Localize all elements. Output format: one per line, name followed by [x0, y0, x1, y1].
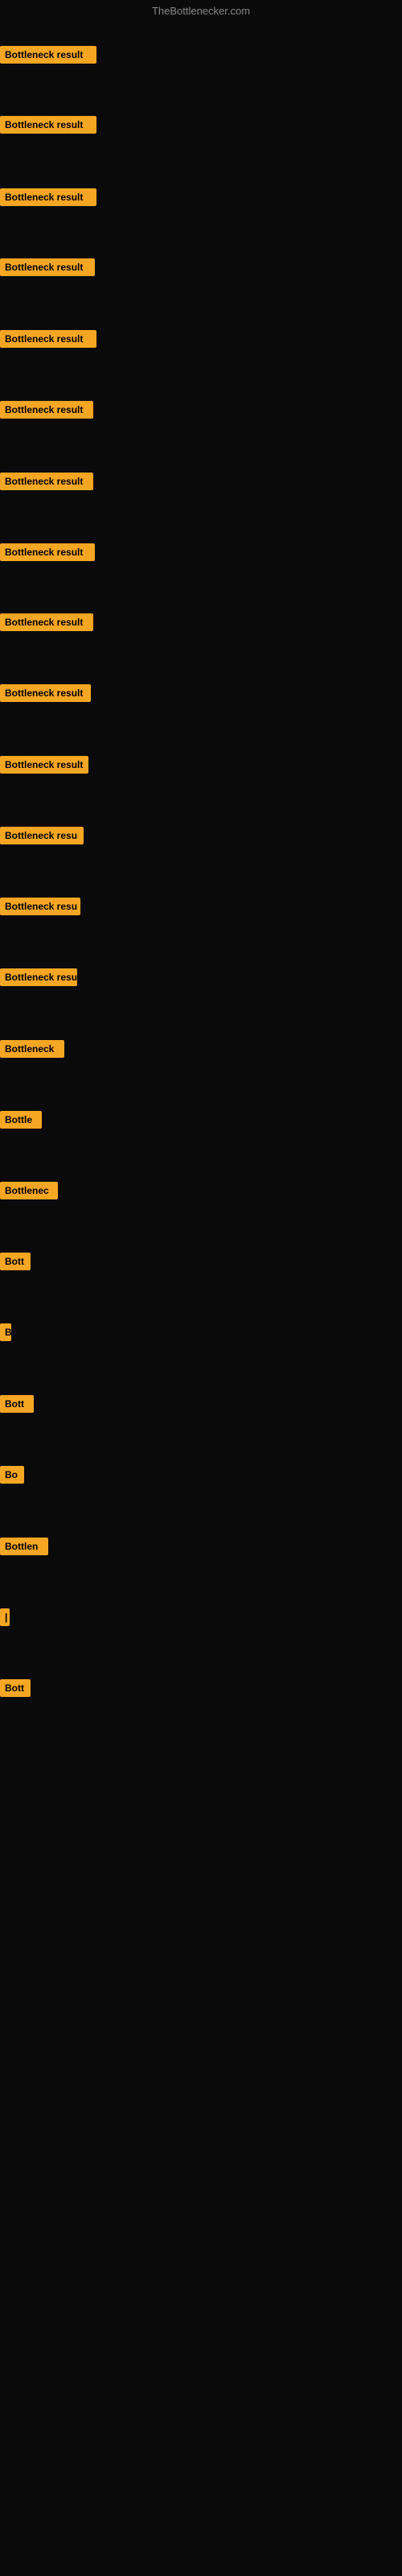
bottleneck-result-badge[interactable]: Bottleneck result: [0, 473, 93, 490]
bottleneck-result-badge[interactable]: Bott: [0, 1395, 34, 1413]
bottleneck-result-badge[interactable]: Bottleneck result: [0, 756, 88, 774]
bottleneck-result-badge[interactable]: Bott: [0, 1253, 31, 1270]
bottleneck-result-badge[interactable]: Bottleneck result: [0, 613, 93, 631]
bottleneck-result-badge[interactable]: B: [0, 1323, 11, 1341]
bottleneck-result-badge[interactable]: Bottlenec: [0, 1182, 58, 1199]
site-title: TheBottlenecker.com: [152, 5, 250, 17]
bottleneck-result-badge[interactable]: |: [0, 1608, 10, 1626]
bottleneck-result-badge[interactable]: Bottle: [0, 1111, 42, 1129]
bottleneck-result-badge[interactable]: Bottlen: [0, 1538, 48, 1555]
bottleneck-result-badge[interactable]: Bottleneck result: [0, 188, 96, 206]
bottleneck-result-badge[interactable]: Bottleneck resu: [0, 968, 77, 986]
bottleneck-result-badge[interactable]: Bottleneck result: [0, 684, 91, 702]
bottleneck-result-badge[interactable]: Bottleneck result: [0, 258, 95, 276]
bottleneck-result-badge[interactable]: Bottleneck result: [0, 330, 96, 348]
bottleneck-result-badge[interactable]: Bottleneck result: [0, 543, 95, 561]
bottleneck-result-badge[interactable]: Bottleneck result: [0, 46, 96, 64]
bottleneck-result-badge[interactable]: Bottleneck: [0, 1040, 64, 1058]
bottleneck-result-badge[interactable]: Bottleneck result: [0, 116, 96, 134]
bottleneck-result-badge[interactable]: Bottleneck result: [0, 401, 93, 419]
bottleneck-result-badge[interactable]: Bott: [0, 1679, 31, 1697]
bottleneck-result-badge[interactable]: Bottleneck resu: [0, 827, 84, 844]
bottleneck-result-badge[interactable]: Bo: [0, 1466, 24, 1484]
bottleneck-result-badge[interactable]: Bottleneck resu: [0, 898, 80, 915]
